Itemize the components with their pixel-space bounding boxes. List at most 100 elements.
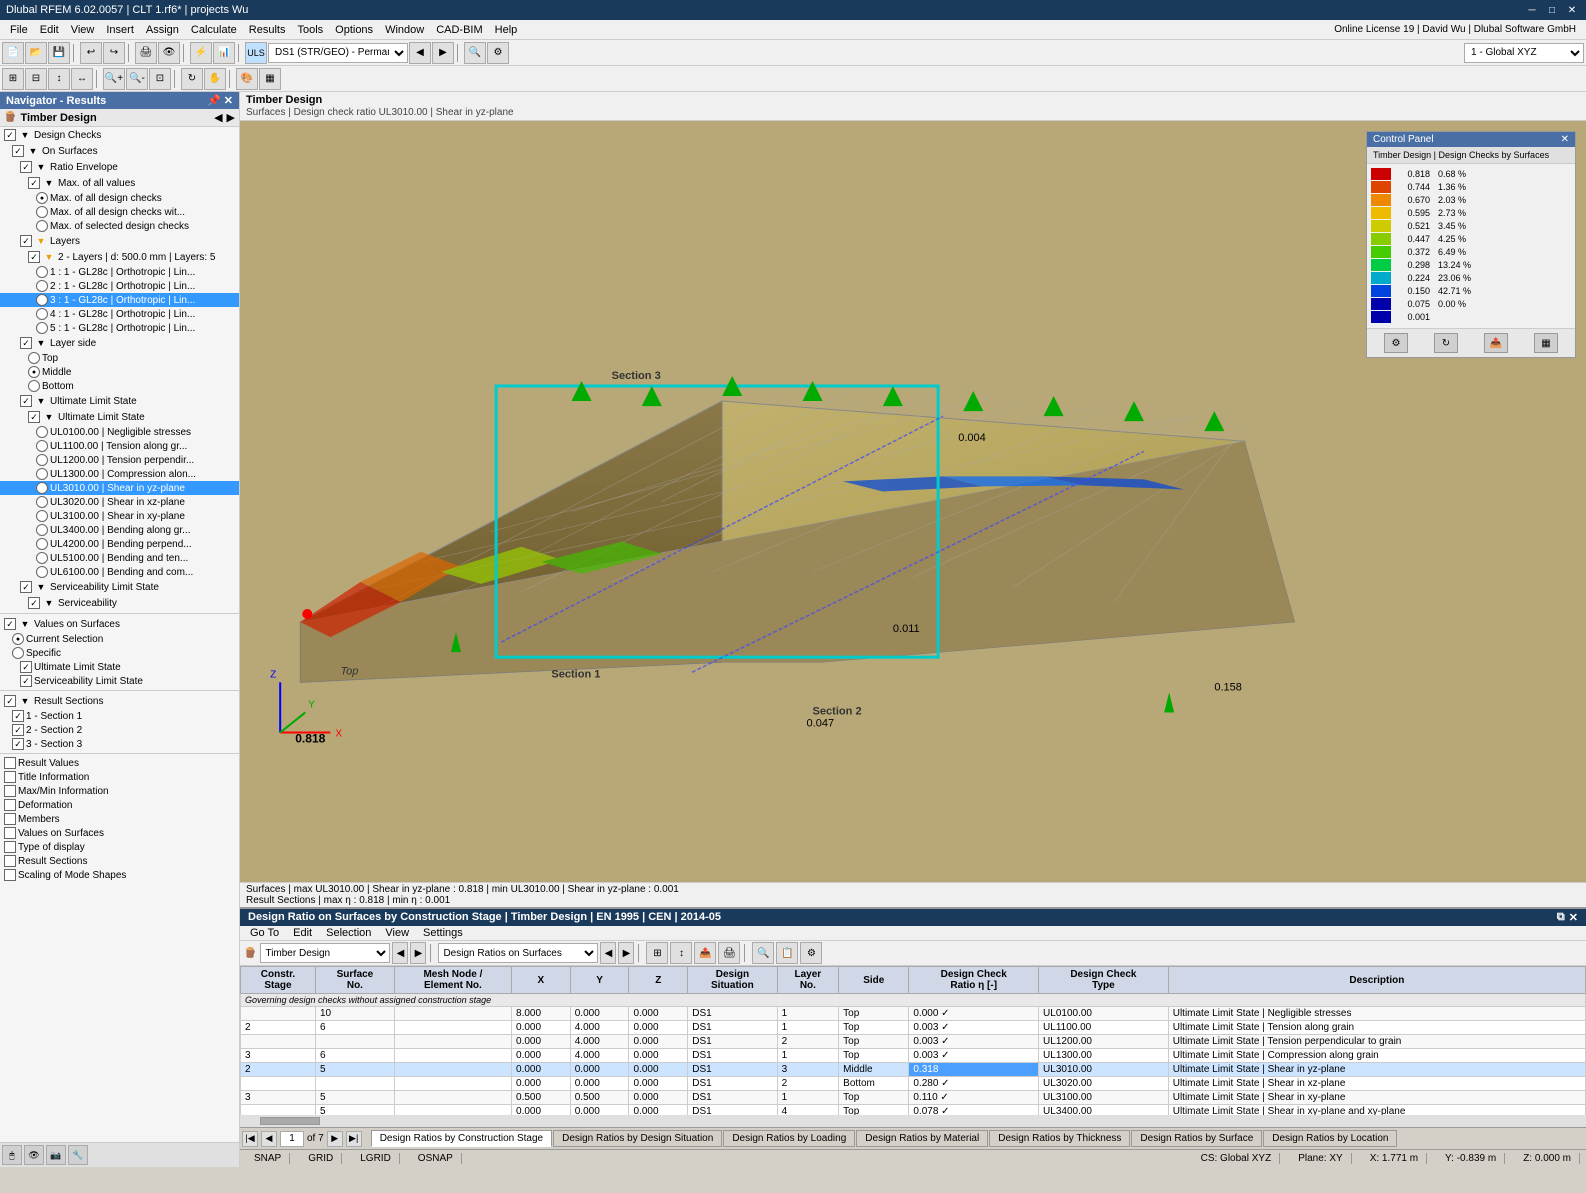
- table-filter-btn[interactable]: ⊞: [646, 942, 668, 964]
- section1-checkbox[interactable]: [12, 710, 24, 722]
- tree-layer-4[interactable]: 4 : 1 - GL28c | Orthotropic | Lin...: [0, 307, 239, 321]
- table-menu-view[interactable]: View: [379, 927, 415, 939]
- tab-by-surface[interactable]: Design Ratios by Surface: [1131, 1130, 1262, 1147]
- tree-ul3100[interactable]: UL3100.00 | Shear in xy-plane: [0, 509, 239, 523]
- layer1-radio[interactable]: [36, 266, 48, 278]
- table-scrollbar[interactable]: [240, 1115, 1586, 1127]
- view-btn4[interactable]: ↔: [71, 68, 93, 90]
- page-prev-btn[interactable]: ◀: [261, 1131, 277, 1147]
- tree-middle[interactable]: Middle: [0, 365, 239, 379]
- wire-btn[interactable]: ▦: [259, 68, 281, 90]
- tree-layer-3[interactable]: 3 : 1 - GL28c | Orthotropic | Lin...: [0, 293, 239, 307]
- tree-on-surfaces[interactable]: ▼ On Surfaces: [0, 143, 239, 159]
- close-btn[interactable]: ✕: [1564, 3, 1580, 17]
- specific-radio[interactable]: [12, 647, 24, 659]
- tree-values-surfaces[interactable]: ▼ Values on Surfaces: [0, 616, 239, 632]
- tree-max-design-checks[interactable]: Max. of all design checks: [0, 191, 239, 205]
- tab-by-construction-stage[interactable]: Design Ratios by Construction Stage: [371, 1130, 552, 1147]
- viewport-canvas[interactable]: Section 1 Section 2 Section 3 Top 0.818 …: [240, 121, 1586, 882]
- section2-checkbox[interactable]: [12, 724, 24, 736]
- minimize-btn[interactable]: ─: [1524, 3, 1540, 17]
- menu-view[interactable]: View: [65, 24, 101, 36]
- redo-btn[interactable]: ↪: [103, 42, 125, 64]
- tree-layer-2[interactable]: 2 : 1 - GL28c | Orthotropic | Lin...: [0, 279, 239, 293]
- table-menu-goto[interactable]: Go To: [244, 927, 285, 939]
- calc-btn[interactable]: ⚡: [190, 42, 212, 64]
- tab-by-loading[interactable]: Design Ratios by Loading: [723, 1130, 855, 1147]
- ul1100-radio[interactable]: [36, 440, 48, 452]
- result-sections-checkbox[interactable]: [4, 695, 16, 707]
- menu-tools[interactable]: Tools: [291, 24, 329, 36]
- table-dropdown-1[interactable]: Timber Design: [260, 943, 390, 963]
- new-btn[interactable]: 📄: [2, 42, 24, 64]
- print-prev-btn[interactable]: 👁: [158, 42, 180, 64]
- menu-results[interactable]: Results: [243, 24, 292, 36]
- tree-ul3020[interactable]: UL3020.00 | Shear in xz-plane: [0, 495, 239, 509]
- uls-inner-checkbox[interactable]: [28, 411, 40, 423]
- tab-by-material[interactable]: Design Ratios by Material: [856, 1130, 988, 1147]
- view-btn3[interactable]: ↕: [48, 68, 70, 90]
- layer2-radio[interactable]: [36, 280, 48, 292]
- tree-section-3[interactable]: 3 - Section 3: [0, 737, 239, 751]
- tree-ul5100[interactable]: UL5100.00 | Bending and ten...: [0, 551, 239, 565]
- max-design-with-radio[interactable]: [36, 206, 48, 218]
- table-dd-next[interactable]: ▶: [618, 942, 634, 964]
- cp-icon-export[interactable]: 📤: [1484, 333, 1508, 353]
- max-selected-radio[interactable]: [36, 220, 48, 232]
- tree-max-design-with[interactable]: Max. of all design checks wit...: [0, 205, 239, 219]
- tree-scaling[interactable]: Scaling of Mode Shapes: [0, 868, 239, 882]
- tree-ul1200[interactable]: UL1200.00 | Tension perpendir...: [0, 453, 239, 467]
- tree-sls-values[interactable]: Serviceability Limit State: [0, 674, 239, 688]
- tree-max-all[interactable]: ▼ Max. of all values: [0, 175, 239, 191]
- deformation-checkbox[interactable]: [4, 799, 16, 811]
- members-checkbox[interactable]: [4, 813, 16, 825]
- nav-next-btn[interactable]: ▶: [227, 111, 235, 124]
- nav-icon-2[interactable]: 👁: [24, 1145, 44, 1165]
- pan-btn[interactable]: ✋: [204, 68, 226, 90]
- zoom-fit[interactable]: ⊡: [149, 68, 171, 90]
- tree-result-sections-b[interactable]: Result Sections: [0, 854, 239, 868]
- title-info-checkbox[interactable]: [4, 771, 16, 783]
- table-row[interactable]: 0.000 4.000 0.000 DS1 2 Top 0.003 ✓ UL12…: [241, 1035, 1586, 1049]
- zoom-out[interactable]: 🔍-: [126, 68, 148, 90]
- table-menu-selection[interactable]: Selection: [320, 927, 377, 939]
- open-btn[interactable]: 📂: [25, 42, 47, 64]
- table-menu-settings[interactable]: Settings: [417, 927, 469, 939]
- tree-sls[interactable]: ▼ Serviceability Limit State: [0, 579, 239, 595]
- uls-btn[interactable]: ULS: [245, 42, 267, 64]
- view-btn1[interactable]: ⊞: [2, 68, 24, 90]
- menu-edit[interactable]: Edit: [34, 24, 65, 36]
- result-sections-b-checkbox[interactable]: [4, 855, 16, 867]
- table-prev-btn[interactable]: ◀: [392, 942, 408, 964]
- view-btn2[interactable]: ⊟: [25, 68, 47, 90]
- cp-icon-refresh[interactable]: ↻: [1434, 333, 1458, 353]
- result-values-checkbox[interactable]: [4, 757, 16, 769]
- tree-design-checks[interactable]: ▼ Design Checks: [0, 127, 239, 143]
- scrollbar-thumb[interactable]: [260, 1117, 320, 1125]
- ul4200-radio[interactable]: [36, 538, 48, 550]
- tree-section-2[interactable]: 2 - Section 2: [0, 723, 239, 737]
- nav-close-btn[interactable]: ✕: [224, 94, 233, 107]
- table-sort-btn[interactable]: ↕: [670, 942, 692, 964]
- tree-maxmin-info[interactable]: Max/Min Information: [0, 784, 239, 798]
- maxmin-info-checkbox[interactable]: [4, 785, 16, 797]
- menu-calculate[interactable]: Calculate: [185, 24, 243, 36]
- layer-side-checkbox[interactable]: [20, 337, 32, 349]
- menu-file[interactable]: File: [4, 24, 34, 36]
- status-lgrid[interactable]: LGRID: [352, 1153, 400, 1164]
- tree-sls-inner[interactable]: ▼ Serviceability: [0, 595, 239, 611]
- tree-result-values[interactable]: Result Values: [0, 756, 239, 770]
- sls-inner-checkbox[interactable]: [28, 597, 40, 609]
- status-grid[interactable]: GRID: [300, 1153, 342, 1164]
- values-on-surfaces-checkbox[interactable]: [4, 827, 16, 839]
- table-row[interactable]: 0.000 0.000 0.000 DS1 2 Bottom 0.280 ✓ U…: [241, 1077, 1586, 1091]
- ul3010-radio[interactable]: [36, 482, 48, 494]
- uls-values-checkbox[interactable]: [20, 661, 32, 673]
- top-radio[interactable]: [28, 352, 40, 364]
- prev-lc[interactable]: ◀: [409, 42, 431, 64]
- ul0100-radio[interactable]: [36, 426, 48, 438]
- middle-radio[interactable]: [28, 366, 40, 378]
- tree-specific[interactable]: Specific: [0, 646, 239, 660]
- tree-uls-values[interactable]: Ultimate Limit State: [0, 660, 239, 674]
- ratio-envelope-checkbox[interactable]: [20, 161, 32, 173]
